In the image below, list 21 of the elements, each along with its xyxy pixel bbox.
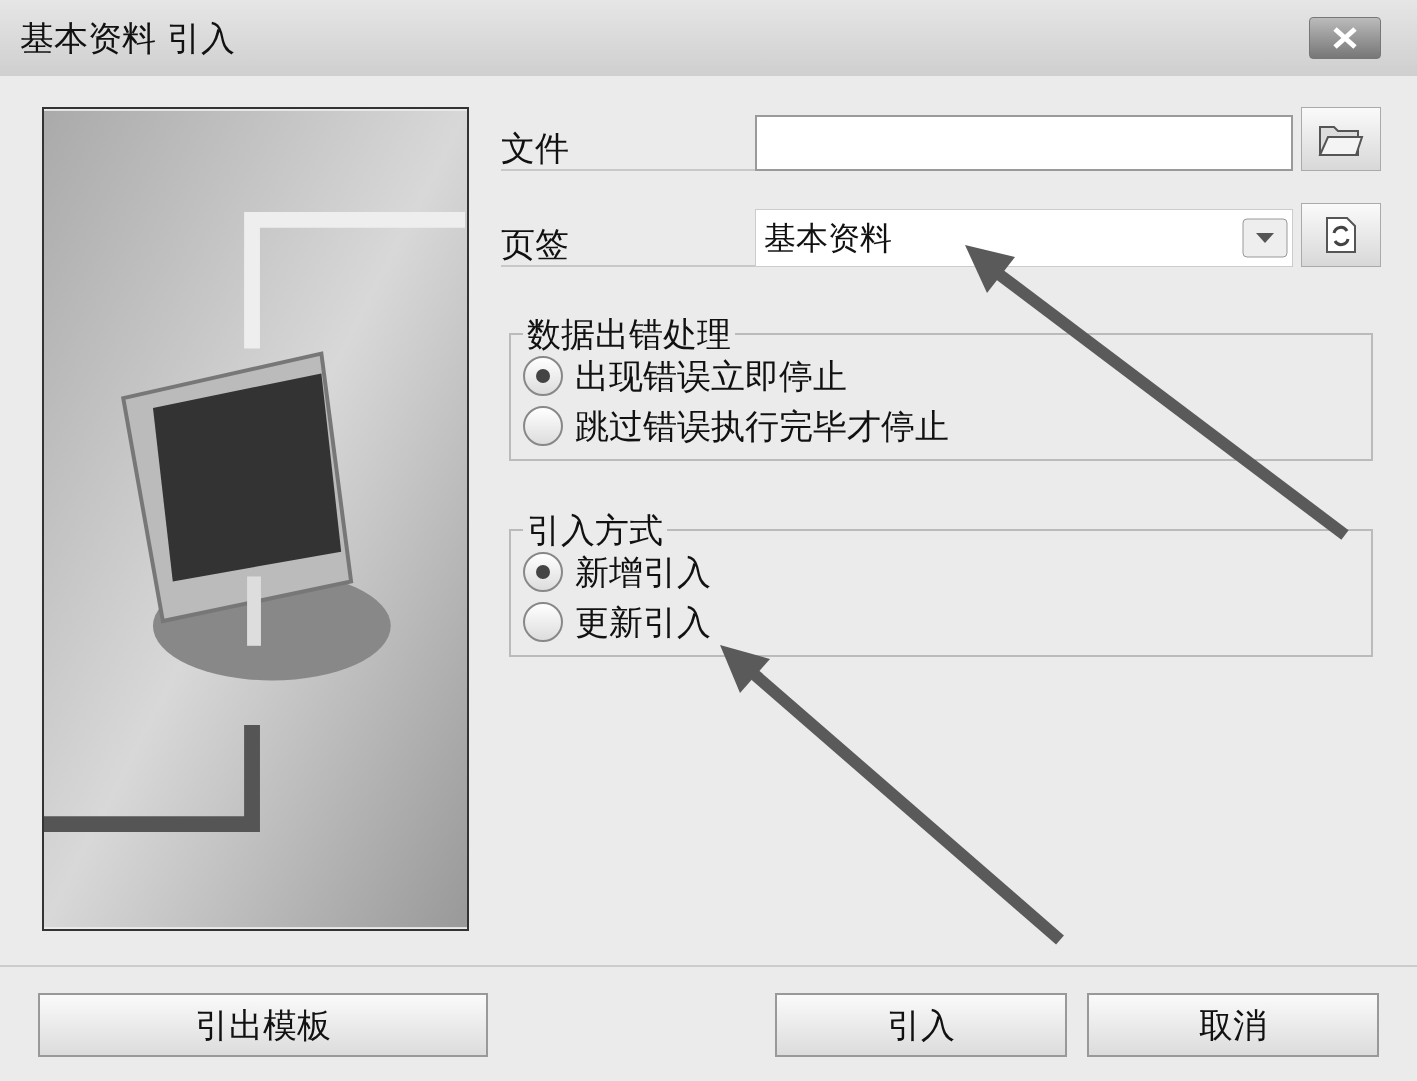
file-path-field[interactable] xyxy=(755,115,1293,171)
refresh-button[interactable] xyxy=(1301,203,1381,267)
radio-button[interactable] xyxy=(523,406,563,446)
close-button[interactable] xyxy=(1309,17,1381,59)
export-template-button[interactable]: 引出模板 xyxy=(38,993,488,1057)
radio-label: 新增引入 xyxy=(575,555,711,589)
radio-label: 出现错误立即停止 xyxy=(575,359,847,393)
close-icon xyxy=(1332,27,1358,49)
radio-button[interactable] xyxy=(523,356,563,396)
refresh-icon xyxy=(1324,215,1358,255)
radio-button[interactable] xyxy=(523,552,563,592)
radio-button[interactable] xyxy=(523,602,563,642)
browse-button[interactable] xyxy=(1301,107,1381,171)
tab-select[interactable]: 基本资料 xyxy=(755,209,1293,267)
window-title: 基本资料 引入 xyxy=(20,16,235,60)
dialog-button[interactable]: 引入 xyxy=(775,993,1067,1057)
dialog-button[interactable]: 取消 xyxy=(1087,993,1379,1057)
group-title: 数据出错处理 xyxy=(526,317,732,351)
radio-label: 更新引入 xyxy=(575,605,711,639)
radio-label: 跳过错误执行完毕才停止 xyxy=(575,409,949,443)
group-title: 引入方式 xyxy=(526,513,664,547)
